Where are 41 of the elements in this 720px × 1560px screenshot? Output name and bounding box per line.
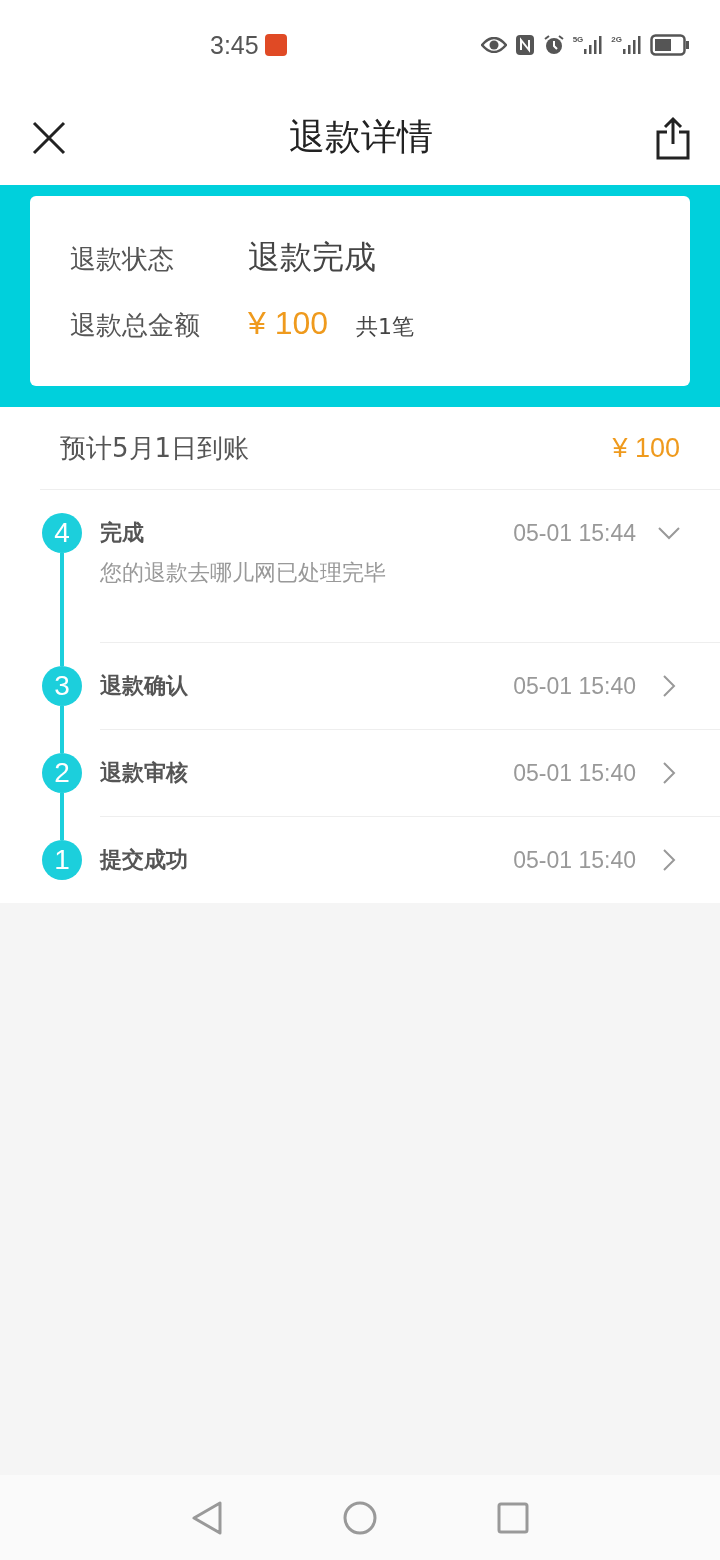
app-icon [264,34,287,56]
step-title: 完成 [100,519,145,547]
battery-icon [650,34,690,56]
step-number: 1 [42,840,82,880]
page-title: 退款详情 [289,115,433,159]
refund-count: 共1笔 [356,313,415,341]
step-title: 退款审核 [100,759,189,787]
recents-button[interactable] [497,1501,529,1534]
network-label: 2G [611,35,622,44]
step-number: 3 [42,666,82,706]
share-button[interactable] [656,115,690,160]
back-button[interactable] [191,1500,223,1535]
step-title: 提交成功 [100,846,189,874]
signal-icon [583,35,604,55]
step-description: 您的退款去哪儿网已处理完毕 [100,559,387,587]
step-time: 05-01 15:40 [513,672,636,700]
step-time: 05-01 15:40 [513,759,636,787]
back-icon [191,1500,223,1535]
status-value: 退款完成 [248,237,377,278]
clock-time: 3:45 [210,30,259,60]
signal-icon [622,35,642,55]
close-button[interactable] [32,120,66,155]
close-icon [32,120,66,155]
eye-icon [480,37,507,53]
alarm-icon [542,34,565,56]
home-icon [343,1500,377,1535]
step-number: 2 [42,753,82,793]
status-label: 退款状态 [70,243,175,276]
recents-icon [497,1501,529,1534]
amount-label: 退款总金额 [70,309,201,342]
step-time: 05-01 15:44 [513,519,636,547]
nfc-icon [514,34,535,56]
share-icon [656,115,690,160]
arrival-amount: ¥ 100 [612,432,680,464]
arrival-estimate: 预计5月1日到账 [60,431,250,465]
step-title: 退款确认 [100,672,189,700]
step-time: 05-01 15:40 [513,846,636,874]
refund-amount: ¥ 100 [248,305,329,342]
network-label: 5G [572,35,584,44]
home-button[interactable] [343,1500,377,1535]
step-number: 4 [42,513,82,553]
